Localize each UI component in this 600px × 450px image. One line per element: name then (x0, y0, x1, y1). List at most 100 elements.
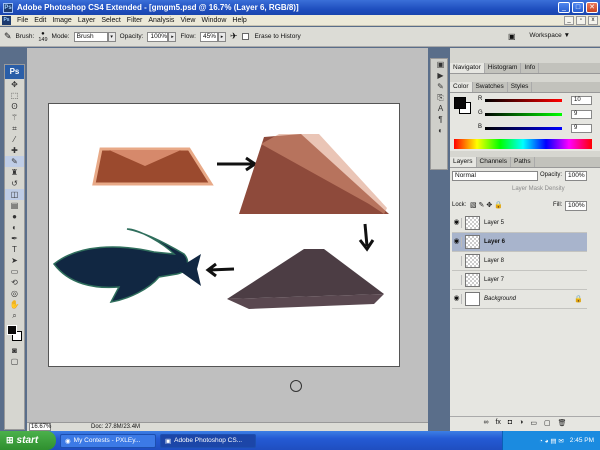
menu-help[interactable]: Help (229, 17, 249, 24)
blend-mode-select[interactable]: Normal (452, 171, 538, 181)
flow-field[interactable]: 45% (199, 31, 218, 42)
close-button[interactable]: ✕ (586, 2, 598, 13)
layer-opacity-field[interactable]: 100% (565, 171, 587, 181)
link-icon[interactable]: ∞ (483, 419, 488, 426)
tray-icons[interactable]: ◔ ◕ ▤ ✉ (539, 437, 564, 445)
healing-tool-icon[interactable]: ✚ (5, 145, 24, 156)
canvas[interactable] (48, 103, 400, 367)
doc-close-button[interactable]: x (588, 15, 598, 25)
layer-row-layer-6[interactable]: ◉ Layer 6 (452, 233, 587, 252)
tab-styles[interactable]: Styles (508, 82, 533, 92)
taskbar-item-firefox[interactable]: ◉ My Contests - PXLEy... (60, 433, 156, 448)
menu-window[interactable]: Window (198, 17, 229, 24)
color-fg-swatch[interactable] (454, 97, 466, 109)
menu-image[interactable]: Image (49, 17, 74, 24)
adjustment-layer-icon[interactable]: ◑ (519, 419, 523, 426)
tab-paths[interactable]: Paths (511, 157, 535, 167)
lasso-tool-icon[interactable]: ʘ (5, 101, 24, 112)
history-panel-icon[interactable]: ▣ (431, 59, 450, 70)
tab-layers[interactable]: Layers (450, 157, 477, 167)
g-value[interactable]: 9 (571, 110, 592, 119)
character-panel-icon[interactable]: A (431, 103, 450, 114)
3d-camera-icon[interactable]: ◎ (5, 288, 24, 299)
lock-icon[interactable]: ▧ ✎ ✥ 🔒 (470, 201, 503, 209)
eye-icon[interactable]: ◉ (452, 294, 462, 304)
layer-row-background[interactable]: ◉ Background 🔒 (452, 290, 587, 309)
brush-icon[interactable]: ✎ (5, 156, 24, 167)
new-layer-icon[interactable]: ▢ (544, 419, 551, 427)
group-icon[interactable]: ▭ (530, 419, 537, 427)
foreground-color[interactable] (7, 325, 17, 335)
color-swatches[interactable] (5, 323, 24, 345)
brushes-panel-icon[interactable]: ✎ (431, 81, 450, 92)
pen-tool-icon[interactable]: ✒ (5, 233, 24, 244)
eye-hidden-icon[interactable] (452, 275, 462, 285)
3d-rotate-icon[interactable]: ⟲ (5, 277, 24, 288)
maximize-button[interactable]: □ (572, 2, 584, 13)
eye-hidden-icon[interactable] (452, 256, 462, 266)
eyedropper-tool-icon[interactable]: ⁄ (5, 134, 24, 145)
marquee-tool-icon[interactable]: ⬚ (5, 90, 24, 101)
stamp-tool-icon[interactable]: ♜ (5, 167, 24, 178)
fill-field[interactable]: 100% (565, 201, 587, 211)
path-select-icon[interactable]: ➤ (5, 255, 24, 266)
g-slider[interactable] (485, 113, 562, 116)
actions-panel-icon[interactable]: ▶ (431, 70, 450, 81)
hand-tool-icon[interactable]: ✋ (5, 299, 24, 310)
menu-file[interactable]: File (14, 17, 31, 24)
wand-tool-icon[interactable]: ⚚ (5, 112, 24, 123)
chevron-down-icon[interactable]: ▾ (107, 31, 116, 42)
tab-navigator[interactable]: Navigator (450, 63, 485, 73)
menu-select[interactable]: Select (98, 17, 123, 24)
layer-row-layer-7[interactable]: Layer 7 (452, 271, 587, 290)
taskbar-item-photoshop[interactable]: ▣ Adobe Photoshop CS... (160, 433, 256, 448)
zoom-level[interactable]: 16.67% (29, 423, 51, 431)
tablet-pressure-icon[interactable]: ▣ (508, 32, 516, 41)
clone-source-icon[interactable]: ⎘ (431, 92, 450, 103)
doc-restore-button[interactable]: ▫ (576, 15, 586, 25)
layer-row-layer-5[interactable]: ◉ Layer 5 (452, 214, 587, 233)
shape-tool-icon[interactable]: ▭ (5, 266, 24, 277)
r-slider[interactable] (485, 99, 562, 102)
brush-preset-picker[interactable]: ● 149 (38, 31, 47, 43)
adjustments-panel-icon[interactable]: ◐ (431, 125, 450, 136)
menu-edit[interactable]: Edit (31, 17, 49, 24)
tab-swatches[interactable]: Swatches (473, 82, 508, 92)
mask-icon[interactable]: ◘ (508, 419, 512, 426)
mode-select[interactable]: Brush (73, 31, 108, 42)
color-spectrum[interactable] (454, 139, 592, 149)
chevron-right-icon[interactable]: ▸ (217, 31, 226, 42)
eraser-tool-icon[interactable]: ◫ (5, 189, 24, 200)
b-value[interactable]: 9 (571, 124, 592, 133)
eye-icon[interactable]: ◉ (452, 237, 462, 247)
screen-mode-icon[interactable]: ▢ (5, 356, 24, 367)
trash-icon[interactable]: 🗑 (558, 419, 567, 427)
type-tool-icon[interactable]: T (5, 244, 24, 255)
menu-layer[interactable]: Layer (75, 17, 99, 24)
gradient-tool-icon[interactable]: ▤ (5, 200, 24, 211)
erase-history-checkbox[interactable] (241, 33, 249, 40)
b-slider[interactable] (485, 127, 562, 130)
r-value[interactable]: 10 (571, 96, 592, 105)
start-button[interactable]: ⊞ start (0, 431, 56, 450)
tab-info[interactable]: Info (521, 63, 540, 73)
paragraph-panel-icon[interactable]: ¶ (431, 114, 450, 125)
airbrush-icon[interactable]: ✈ (230, 31, 238, 42)
eye-icon[interactable]: ◉ (452, 218, 462, 228)
dodge-tool-icon[interactable]: ◐ (5, 222, 24, 233)
blur-tool-icon[interactable]: ● (5, 211, 24, 222)
crop-tool-icon[interactable]: ⌗ (5, 123, 24, 134)
ps-menu-icon[interactable]: Ps (2, 15, 11, 25)
doc-minimize-button[interactable]: _ (564, 15, 574, 25)
tab-color[interactable]: Color (450, 82, 473, 92)
chevron-right-icon[interactable]: ▸ (168, 31, 177, 42)
move-tool-icon[interactable]: ✥ (5, 79, 24, 90)
zoom-tool-icon[interactable]: ⌕ (5, 310, 24, 321)
menu-filter[interactable]: Filter (124, 17, 146, 24)
menu-view[interactable]: View (177, 17, 198, 24)
minimize-button[interactable]: _ (558, 2, 570, 13)
tab-channels[interactable]: Channels (477, 157, 511, 167)
opacity-field[interactable]: 100% (147, 31, 169, 42)
layer-row-layer-8[interactable]: Layer 8 (452, 252, 587, 271)
menu-analysis[interactable]: Analysis (145, 17, 177, 24)
